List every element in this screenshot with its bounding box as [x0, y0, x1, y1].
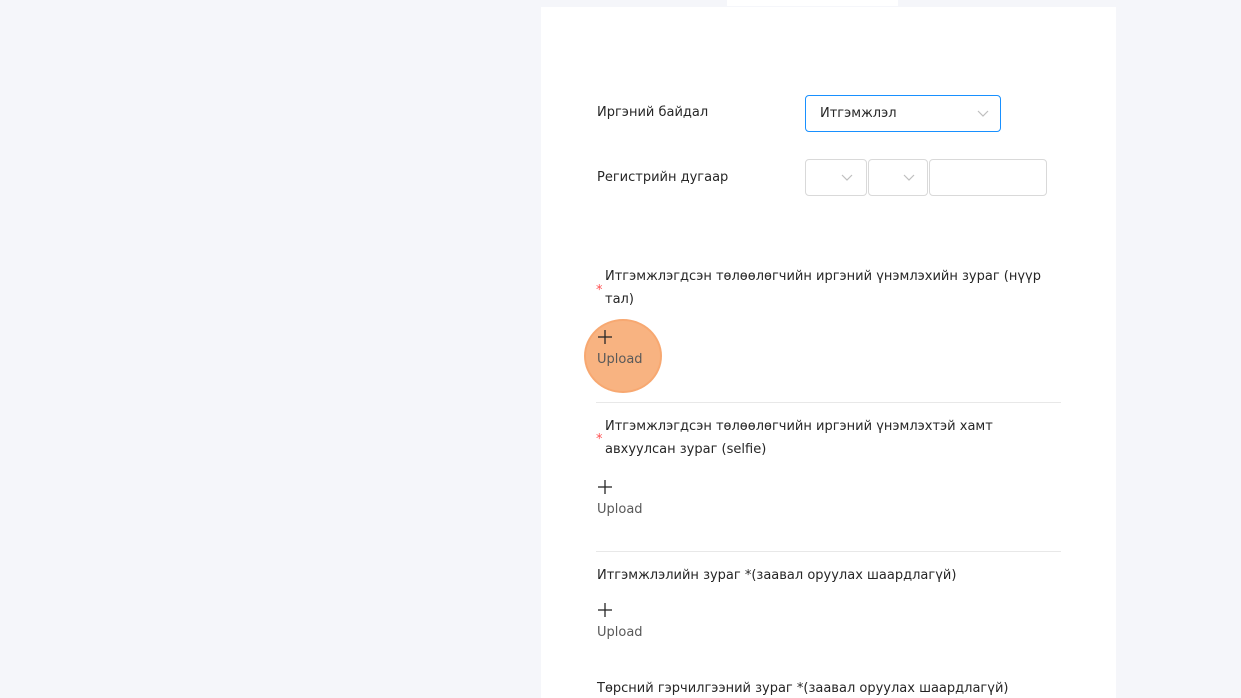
id-card-selfie-title: Итгэмжлэгдсэн төлөөлөгчийн иргэний үнэмл… — [605, 419, 993, 457]
registration-number-label: Регистрийн дугаар — [597, 170, 729, 185]
divider — [596, 402, 1061, 403]
chevron-down-icon — [903, 174, 915, 181]
registration-letter1-select[interactable] — [805, 159, 867, 196]
registration-digits-input[interactable] — [929, 159, 1047, 196]
power-of-attorney-upload-button[interactable]: Upload — [597, 602, 667, 652]
chevron-down-icon — [977, 110, 989, 117]
birth-certificate-title: Төрсний гэрчилгээний зураг *(заавал оруу… — [597, 681, 1009, 696]
id-card-front-upload-button[interactable]: Upload — [597, 329, 667, 379]
id-card-front-title: Итгэмжлэгдсэн төлөөлөгчийн иргэний үнэмл… — [605, 269, 1041, 307]
required-mark: * — [596, 432, 603, 447]
upload-label: Upload — [597, 502, 643, 517]
plus-icon — [598, 330, 612, 344]
power-of-attorney-title: Итгэмжлэлийн зураг *(заавал оруулах шаар… — [597, 568, 957, 583]
divider — [596, 551, 1061, 552]
citizen-status-select[interactable]: Итгэмжлэл — [805, 95, 1001, 132]
plus-icon — [598, 480, 612, 494]
citizen-status-value: Итгэмжлэл — [820, 106, 897, 121]
chevron-down-icon — [841, 174, 853, 181]
plus-icon — [598, 603, 612, 617]
id-card-selfie-upload-button[interactable]: Upload — [597, 479, 667, 529]
upload-label: Upload — [597, 625, 643, 640]
registration-letter2-select[interactable] — [868, 159, 928, 196]
required-mark: * — [596, 283, 603, 298]
page: Иргэний байдал Итгэмжлэл Регистрийн дуга… — [0, 0, 1241, 698]
top-tab-strip — [727, 0, 898, 6]
upload-label: Upload — [597, 352, 643, 367]
citizen-status-label: Иргэний байдал — [597, 105, 709, 120]
